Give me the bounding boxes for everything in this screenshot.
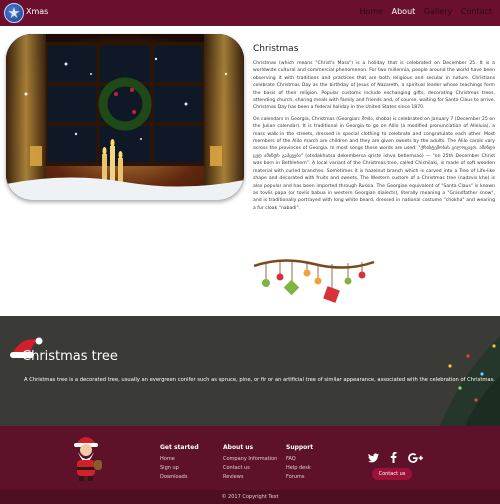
footer-column-about-us: About us Company Information Contact us …	[223, 444, 277, 482]
footer-link-downloads[interactable]: Downloads	[160, 473, 199, 482]
footer-heading: Support	[286, 444, 314, 451]
footer-link-home[interactable]: Home	[160, 455, 199, 464]
footer-link-forums[interactable]: Forums	[286, 473, 313, 482]
main-nav: Home About Gallery Contact	[353, 7, 492, 16]
facebook-icon[interactable]	[390, 448, 397, 467]
nav-item-gallery[interactable]: Gallery	[424, 7, 453, 16]
footer-link-company-information[interactable]: Company Information	[223, 455, 277, 464]
google-plus-icon[interactable]	[408, 448, 424, 467]
logo-icon[interactable]	[4, 3, 24, 23]
section-title: Christmas tree	[22, 349, 118, 364]
nav-item-home[interactable]: Home	[359, 7, 383, 16]
brand-name[interactable]: Xmas	[26, 7, 48, 16]
twitter-icon[interactable]	[368, 448, 379, 467]
footer-link-sign-up[interactable]: Sign up	[160, 464, 199, 473]
article-title: Christmas	[253, 44, 299, 54]
hero-image	[6, 34, 244, 200]
footer-link-help-desk[interactable]: Help desk	[286, 464, 313, 473]
ornament-garland-icon	[252, 252, 376, 314]
article-paragraph: Christmas (which means "Christ's Mass") …	[253, 61, 495, 111]
nav-item-about[interactable]: About	[392, 7, 416, 16]
tree-branch-decoration-icon	[440, 336, 500, 426]
section-text: A Christmas tree is a decorated tree, us…	[24, 377, 495, 383]
footer-heading: Get started	[160, 444, 199, 451]
christmas-tree-section: Christmas tree A Christmas tree is a dec…	[0, 316, 500, 426]
social-links	[368, 448, 429, 467]
article: Christmas Christmas (which means "Christ…	[253, 44, 495, 216]
site-footer: Get started Home Sign up Downloads About…	[0, 426, 500, 490]
footer-link-faq[interactable]: FAQ	[286, 455, 313, 464]
nav-item-contact[interactable]: Contact	[461, 7, 492, 16]
footer-heading: About us	[223, 444, 254, 451]
footer-link-contact-us[interactable]: Contact us	[223, 464, 277, 473]
footer-link-reviews[interactable]: Reviews	[223, 473, 277, 482]
copyright-text: © 2017 Copyright Text	[0, 490, 500, 504]
footer-column-support: Support FAQ Help desk Forums	[286, 444, 313, 482]
contact-us-button[interactable]: Contact us	[372, 468, 412, 480]
site-header: Xmas Home About Gallery Contact	[0, 0, 500, 26]
santa-claus-icon	[74, 437, 102, 481]
footer-column-get-started: Get started Home Sign up Downloads	[160, 444, 199, 482]
article-paragraph: On calendars in Georgia, Christmas (Geor…	[253, 116, 495, 211]
